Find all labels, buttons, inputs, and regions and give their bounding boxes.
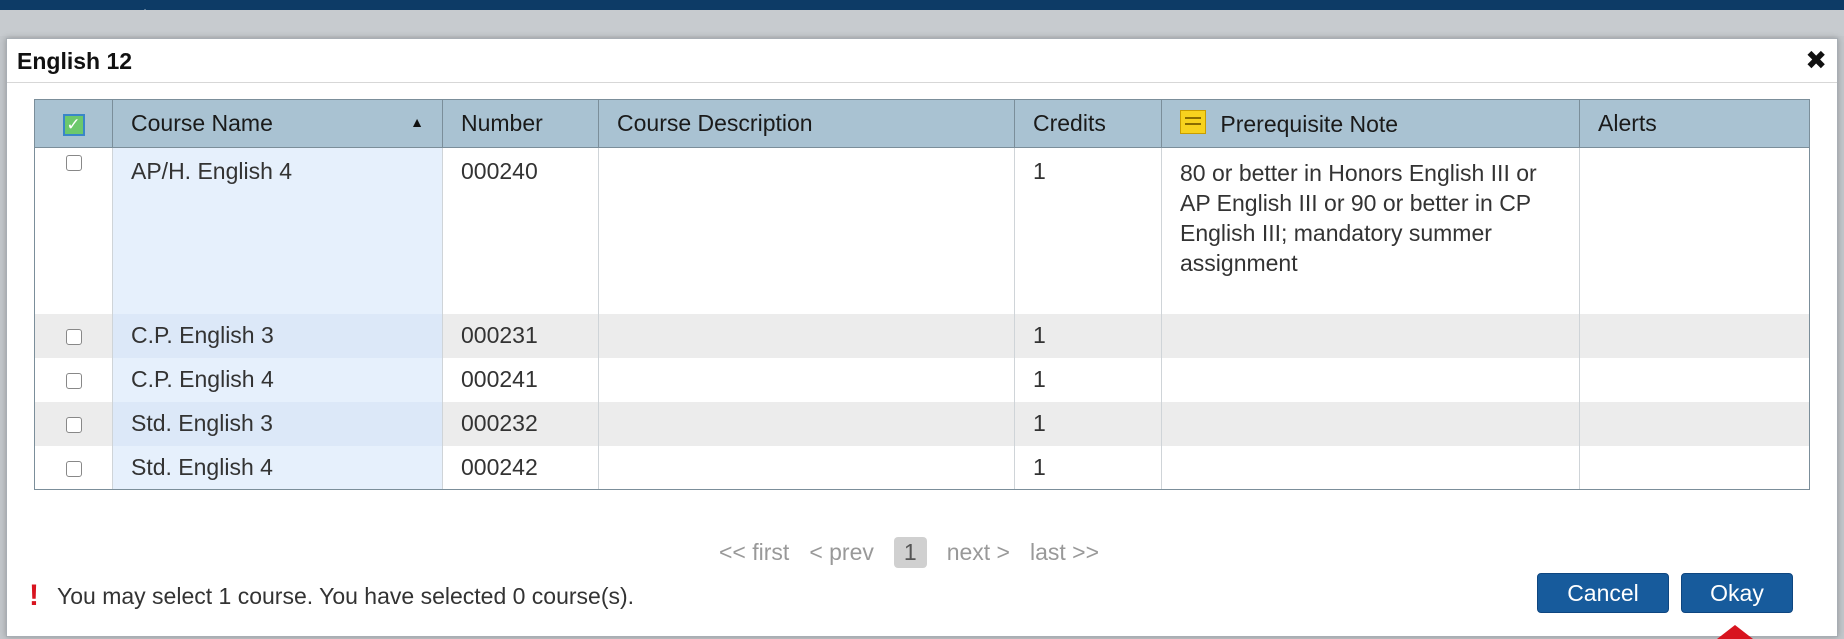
- alerts-cell: [1579, 445, 1810, 490]
- table-header-row: ✓ Course Name ▲ Number Course Descriptio…: [34, 99, 1810, 148]
- selection-message-text: You may select 1 course. You have select…: [57, 582, 635, 609]
- table-row[interactable]: C.P. English 4 000241 1: [34, 357, 1810, 402]
- credits-cell: 1: [1014, 401, 1162, 446]
- select-all-checkbox-icon[interactable]: ✓: [62, 113, 85, 136]
- prereq-note-cell: [1161, 313, 1580, 358]
- column-header-prereq[interactable]: Prerequisite Note: [1161, 99, 1580, 148]
- alerts-cell: [1579, 313, 1810, 358]
- alerts-cell: [1579, 357, 1810, 402]
- row-checkbox-cell[interactable]: [34, 357, 113, 402]
- row-checkbox[interactable]: [65, 154, 82, 171]
- pager-last-link[interactable]: last >>: [1030, 539, 1099, 566]
- prereq-note-cell: [1161, 401, 1580, 446]
- course-name-cell: Std. English 3: [112, 401, 443, 446]
- table-row[interactable]: AP/H. English 4 000240 1 80 or better in…: [34, 147, 1810, 314]
- pager-first-link[interactable]: << first: [719, 539, 789, 566]
- dialog-title: English 12: [17, 48, 133, 74]
- row-checkbox-cell[interactable]: [34, 401, 113, 446]
- table-row[interactable]: Std. English 4 000242 1: [34, 445, 1810, 490]
- column-header-credits[interactable]: Credits: [1014, 99, 1162, 148]
- column-header-alerts[interactable]: Alerts: [1579, 99, 1810, 148]
- column-header-number[interactable]: Number: [442, 99, 599, 148]
- prereq-note-cell: [1161, 445, 1580, 490]
- pagination: << first < prev 1 next > last >>: [719, 537, 1099, 568]
- cancel-button[interactable]: Cancel: [1537, 573, 1669, 613]
- row-checkbox[interactable]: [65, 460, 82, 477]
- warning-icon: !: [29, 579, 39, 612]
- row-checkbox-cell[interactable]: [34, 445, 113, 490]
- table-row[interactable]: C.P. English 3 000231 1: [34, 313, 1810, 358]
- row-checkbox-cell[interactable]: [34, 313, 113, 358]
- pager-prev-link[interactable]: < prev: [809, 539, 874, 566]
- dialog-header: English 12 ✖: [7, 39, 1837, 83]
- row-checkbox[interactable]: [65, 416, 82, 433]
- course-number-cell: 000232: [442, 401, 599, 446]
- course-name-cell: AP/H. English 4: [112, 147, 443, 314]
- pager-current-page: 1: [893, 537, 927, 568]
- course-name-cell: C.P. English 3: [112, 313, 443, 358]
- close-icon[interactable]: ✖: [1805, 47, 1827, 73]
- background-strip: [0, 10, 1844, 36]
- course-number-cell: 000241: [442, 357, 599, 402]
- course-name-cell: C.P. English 4: [112, 357, 443, 402]
- prereq-note-cell: 80 or better in Honors English III or AP…: [1161, 147, 1580, 314]
- top-bar: [0, 0, 1844, 10]
- course-selection-dialog: English 12 ✖ ✓ Course Name ▲ Number Cour…: [6, 38, 1838, 639]
- selection-message: ! You may select 1 course. You have sele…: [29, 579, 634, 613]
- credits-cell: 1: [1014, 147, 1162, 314]
- course-description-cell: [598, 401, 1015, 446]
- course-description-cell: [598, 357, 1015, 402]
- column-header-label: Course Name: [131, 110, 273, 136]
- course-description-cell: [598, 147, 1015, 314]
- row-checkbox[interactable]: [65, 328, 82, 345]
- row-checkbox-cell[interactable]: [34, 147, 113, 314]
- course-number-cell: 000242: [442, 445, 599, 490]
- course-table: ✓ Course Name ▲ Number Course Descriptio…: [34, 99, 1810, 490]
- pager-next-link[interactable]: next >: [947, 539, 1010, 566]
- prereq-note-cell: [1161, 357, 1580, 402]
- table-row[interactable]: Std. English 3 000232 1: [34, 401, 1810, 446]
- row-checkbox[interactable]: [65, 372, 82, 389]
- okay-button[interactable]: Okay: [1681, 573, 1793, 613]
- course-number-cell: 000231: [442, 313, 599, 358]
- course-number-cell: 000240: [442, 147, 599, 314]
- column-header-label: Prerequisite Note: [1220, 110, 1399, 137]
- credits-cell: 1: [1014, 357, 1162, 402]
- course-description-cell: [598, 313, 1015, 358]
- alerts-cell: [1579, 401, 1810, 446]
- alerts-cell: [1579, 147, 1810, 314]
- sort-ascending-icon[interactable]: ▲: [410, 114, 424, 130]
- column-header-course-name[interactable]: Course Name ▲: [112, 99, 443, 148]
- column-header-description[interactable]: Course Description: [598, 99, 1015, 148]
- course-description-cell: [598, 445, 1015, 490]
- credits-cell: 1: [1014, 445, 1162, 490]
- credits-cell: 1: [1014, 313, 1162, 358]
- note-icon: [1180, 109, 1206, 134]
- select-all-header[interactable]: ✓: [34, 99, 113, 148]
- course-name-cell: Std. English 4: [112, 445, 443, 490]
